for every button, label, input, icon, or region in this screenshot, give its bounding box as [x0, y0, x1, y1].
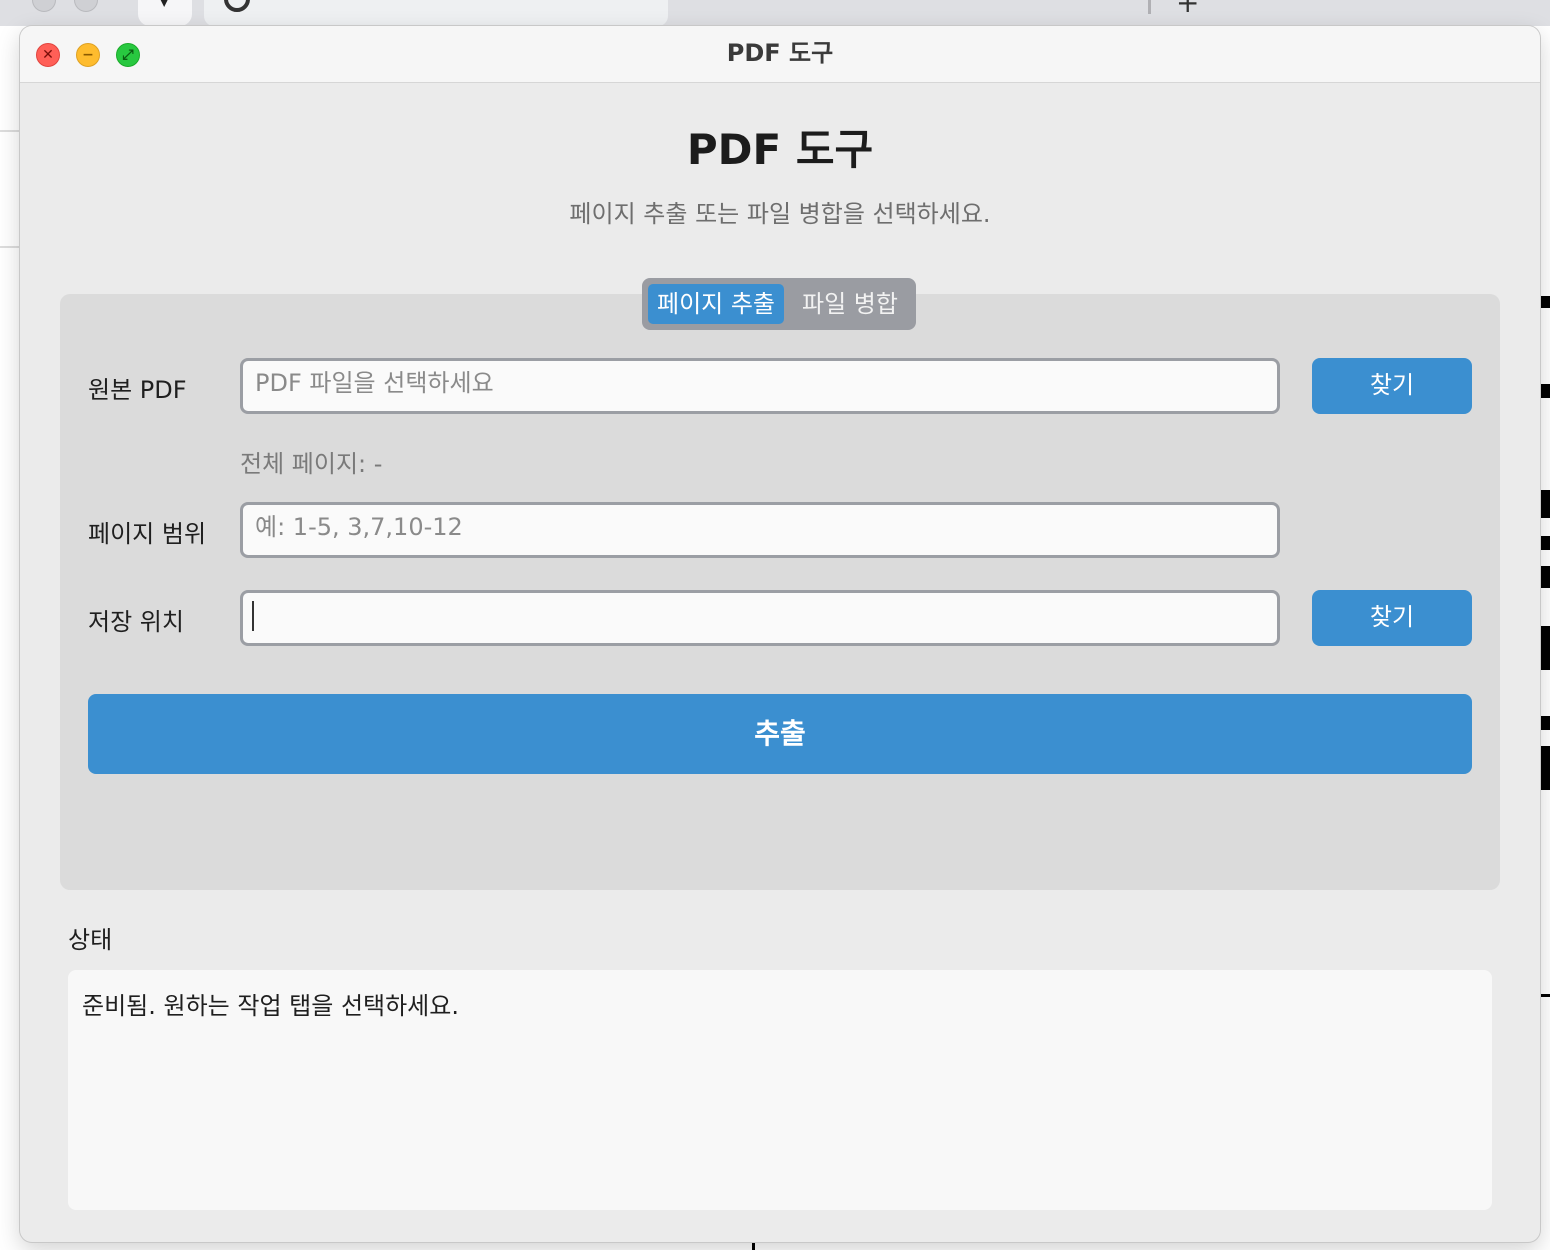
status-text: 준비됨. 원하는 작업 탭을 선택하세요.: [82, 992, 459, 1020]
page-title: PDF 도구: [686, 125, 874, 174]
save-location-label: 저장 위치: [88, 608, 184, 636]
background-tab-list-button: ▼: [138, 0, 192, 26]
background-divider: [0, 130, 20, 132]
window-title: PDF 도구: [726, 39, 834, 67]
status-label: 상태: [68, 926, 113, 954]
tab-extract-pages[interactable]: 페이지 추출: [648, 284, 784, 324]
text-caret: [252, 601, 254, 631]
total-pages-text: 전체 페이지: -: [240, 450, 383, 478]
source-browse-button[interactable]: 찾기: [1312, 358, 1472, 414]
page-range-label: 페이지 범위: [88, 520, 207, 548]
background-divider: [0, 246, 20, 248]
save-location-input[interactable]: [240, 590, 1280, 646]
plus-icon: +: [1176, 0, 1200, 19]
background-close-dot: [32, 0, 56, 12]
title-bar: ✕ − ⤢ PDF 도구: [20, 26, 1540, 83]
page-subtitle: 페이지 추출 또는 파일 병합을 선택하세요.: [569, 200, 991, 228]
app-window: ✕ − ⤢ PDF 도구 PDF 도구 페이지 추출 또는 파일 병합을 선택하…: [20, 26, 1540, 1242]
tab-merge-files[interactable]: 파일 병합: [786, 284, 914, 324]
save-browse-button[interactable]: 찾기: [1312, 590, 1472, 646]
background-tab-2: ✕: [670, 0, 1140, 26]
background-tab-bar: ▼ ✕ ✕ +: [0, 0, 1550, 26]
source-pdf-input[interactable]: [240, 358, 1280, 414]
chevron-down-icon: ▼: [158, 0, 170, 9]
extract-button[interactable]: 추출: [88, 694, 1472, 774]
mode-tab-switcher: 페이지 추출 파일 병합: [642, 278, 916, 330]
source-pdf-label: 원본 PDF: [88, 376, 187, 404]
globe-icon: [224, 0, 250, 12]
status-log[interactable]: 준비됨. 원하는 작업 탭을 선택하세요.: [68, 970, 1492, 1210]
tab-separator: [1148, 0, 1151, 14]
background-minimize-dot: [74, 0, 98, 12]
page-range-input[interactable]: [240, 502, 1280, 558]
background-tab-1: ✕: [204, 0, 668, 26]
